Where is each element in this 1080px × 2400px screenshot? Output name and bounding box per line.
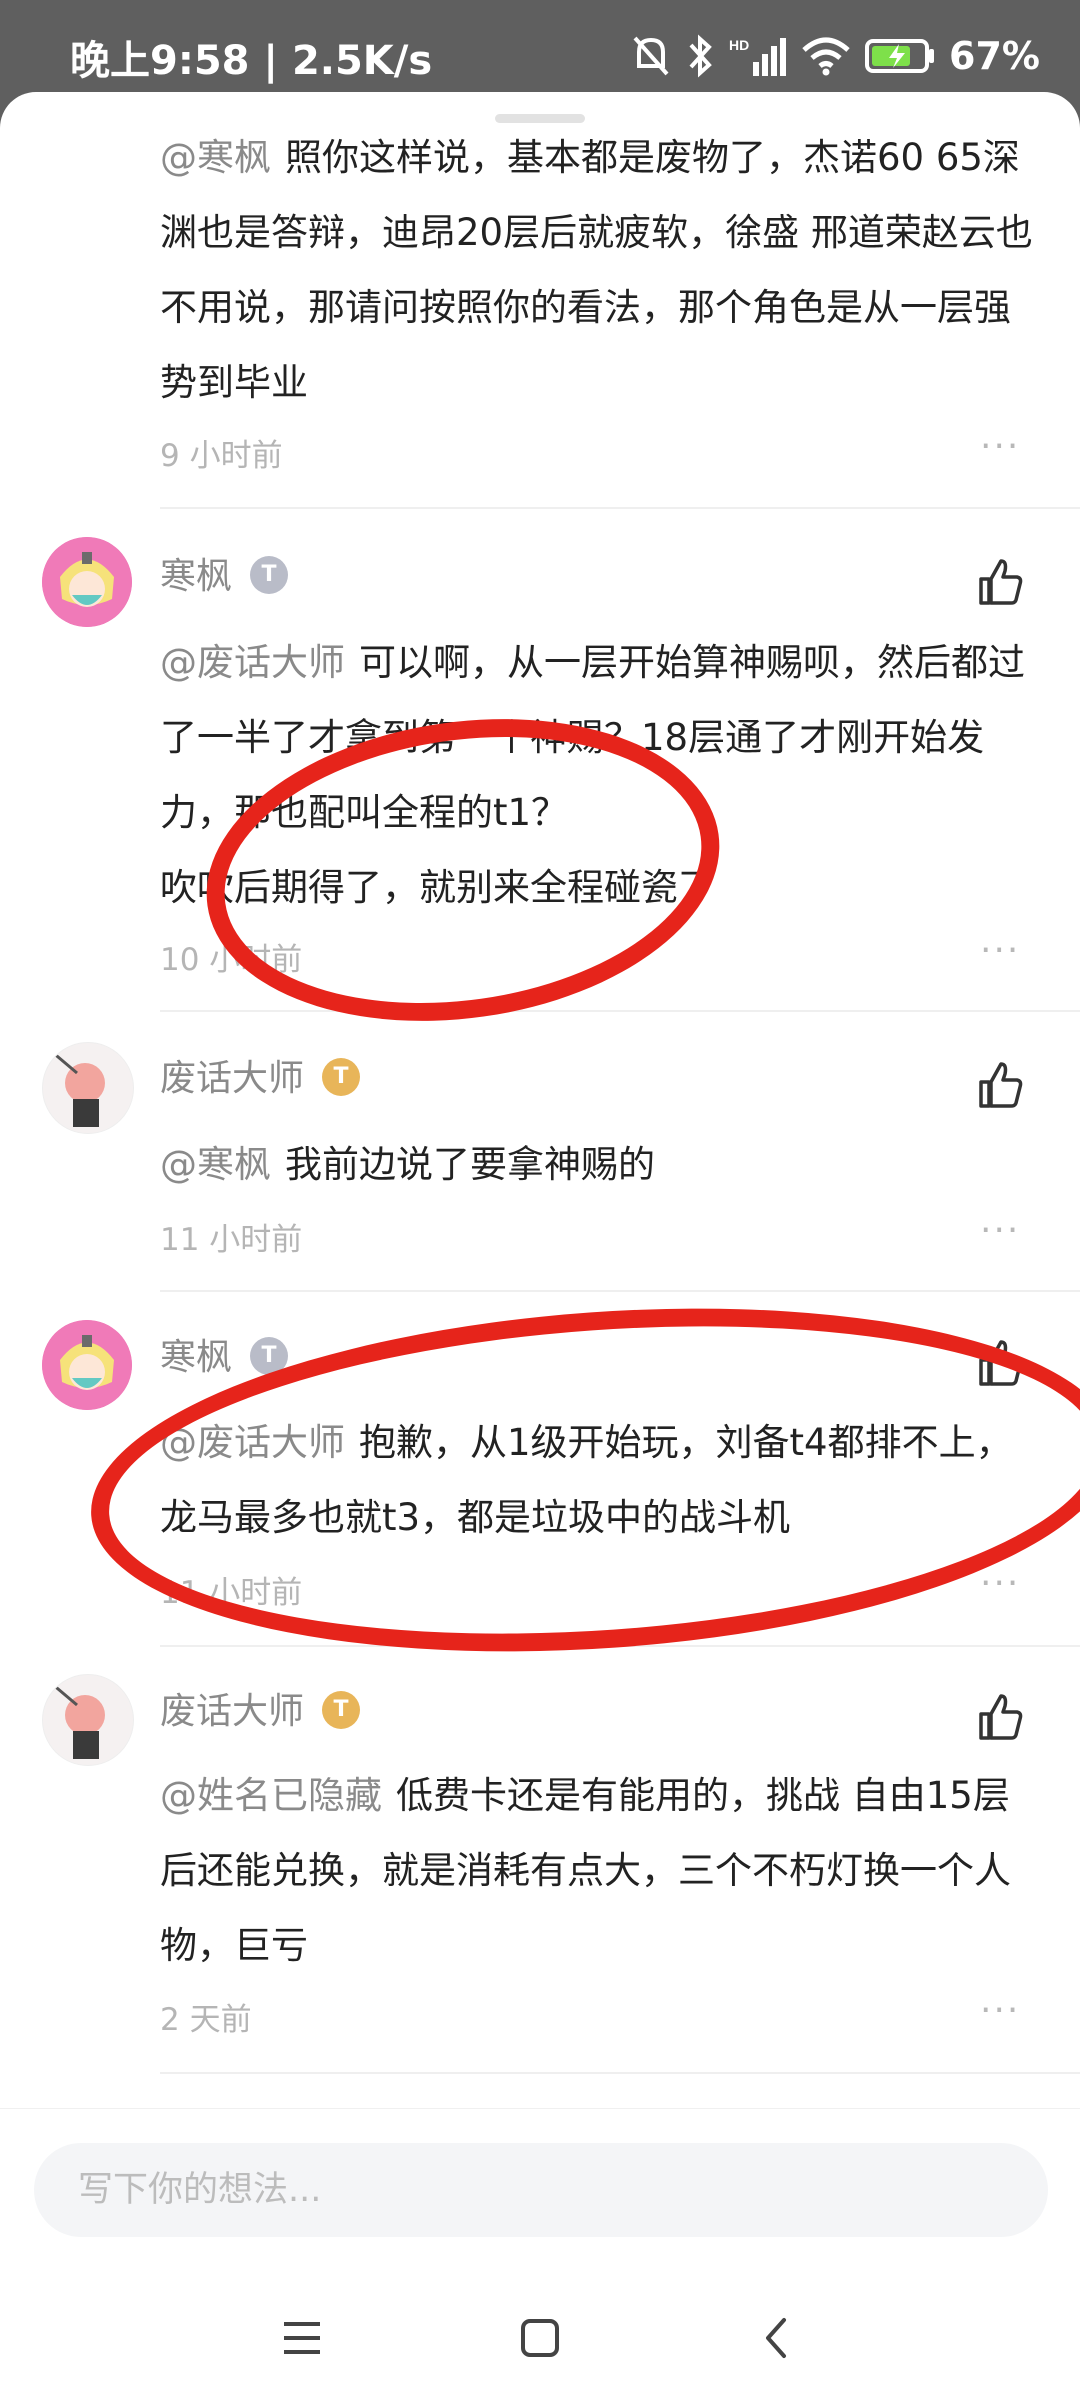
anime-avatar-icon	[43, 1043, 133, 1133]
avatar[interactable]	[42, 1674, 134, 1766]
battery-percent: 67%	[949, 34, 1040, 78]
status-icons: HD 67%	[631, 28, 1040, 84]
mention-link[interactable]: @废话大师	[160, 641, 345, 684]
back-icon[interactable]	[748, 2308, 808, 2368]
more-options-button[interactable]: ···	[980, 426, 1020, 467]
like-icon[interactable]	[975, 1338, 1025, 1388]
comment-content: @姓名已隐藏 低费卡还是有能用的，挑战 自由15层后还能兑换，就是消耗有点大，三个…	[160, 1758, 1040, 1983]
mute-bell-icon	[633, 36, 669, 76]
username-text[interactable]: 寒枫	[160, 1337, 232, 1378]
username[interactable]: 废话大师 T	[160, 1682, 361, 1734]
badge-text: T	[333, 1064, 349, 1089]
level-badge: T	[250, 1337, 289, 1375]
anime-avatar-icon	[43, 1675, 133, 1765]
mention-link[interactable]: @寒枫	[160, 1143, 271, 1186]
avatar[interactable]	[42, 537, 132, 627]
username[interactable]: 寒枫 T	[160, 1328, 289, 1380]
comment-text: 照你这样说，基本都是废物了，杰诺60 65深渊也是答辩，迪昂20层后就疲软，徐盛…	[160, 136, 1033, 404]
divider	[160, 1645, 1080, 1647]
battery-icon	[865, 39, 935, 73]
level-badge: T	[322, 1058, 361, 1096]
more-options-button[interactable]: ···	[980, 1990, 1020, 2031]
badge-text: T	[261, 1343, 277, 1368]
signal-icon: HD	[729, 37, 787, 76]
like-icon[interactable]	[975, 1060, 1025, 1110]
mention-link[interactable]: @寒枫	[160, 136, 271, 179]
avatar[interactable]	[42, 1320, 132, 1410]
wifi-icon	[802, 37, 850, 76]
level-badge: T	[322, 1691, 361, 1729]
comment-content: @废话大师 可以啊，从一层开始算神赐呗，然后都过了一半了才拿到第一个神赐？18层通…	[160, 625, 1040, 925]
username-text[interactable]: 寒枫	[160, 556, 232, 597]
divider	[160, 1010, 1080, 1012]
comment-time: 2 天前	[160, 2002, 252, 2038]
comment-content: @寒枫 我前边说了要拿神赐的	[160, 1127, 1040, 1202]
divider	[160, 1290, 1080, 1292]
comment-time: 11 小时前	[160, 1222, 303, 1258]
username-text[interactable]: 废话大师	[160, 1058, 304, 1099]
comment-input[interactable]: 写下你的想法...	[34, 2143, 1048, 2237]
level-badge: T	[250, 556, 289, 594]
comment-text: 我前边说了要拿神赐的	[285, 1143, 655, 1186]
badge-text: T	[333, 1697, 349, 1722]
system-nav-bar	[0, 2268, 1080, 2400]
mention-link[interactable]: @废话大师	[160, 1421, 345, 1464]
svg-text:HD: HD	[729, 37, 749, 53]
anime-avatar-icon	[42, 537, 132, 627]
comment-time: 9 小时前	[160, 438, 283, 474]
menu-icon[interactable]	[272, 2308, 332, 2368]
avatar[interactable]	[42, 1042, 134, 1134]
like-icon[interactable]	[975, 1692, 1025, 1742]
comment-text-line2: 吹吹后期得了，就别来全程碰瓷了	[160, 866, 715, 909]
bluetooth-icon	[689, 34, 712, 78]
home-icon[interactable]	[510, 2308, 570, 2368]
anime-avatar-icon	[42, 1320, 132, 1410]
username[interactable]: 废话大师 T	[160, 1049, 361, 1101]
status-time-speed: 晚上9:58 | 2.5K/s	[70, 38, 433, 84]
mention-link[interactable]: @姓名已隐藏	[160, 1774, 382, 1817]
comments-sheet[interactable]: @寒枫 照你这样说，基本都是废物了，杰诺60 65深渊也是答辩，迪昂20层后就疲软…	[0, 92, 1080, 2400]
comment-input-bar: 写下你的想法...	[0, 2108, 1080, 2269]
more-options-button[interactable]: ···	[980, 930, 1020, 971]
comment-content: @寒枫 照你这样说，基本都是废物了，杰诺60 65深渊也是答辩，迪昂20层后就疲软…	[160, 120, 1040, 420]
like-icon[interactable]	[975, 557, 1025, 607]
more-options-button[interactable]: ···	[980, 1210, 1020, 1251]
more-options-button[interactable]: ···	[980, 1563, 1020, 1604]
comment-content: @废话大师 抱歉，从1级开始玩，刘备t4都排不上，龙马最多也就t3，都是垃圾中的战…	[160, 1405, 1040, 1555]
badge-text: T	[261, 562, 277, 587]
username[interactable]: 寒枫 T	[160, 547, 289, 599]
divider	[160, 2072, 1080, 2074]
username-text[interactable]: 废话大师	[160, 1691, 304, 1732]
divider	[160, 507, 1080, 509]
comment-time: 10 小时前	[160, 942, 303, 978]
comment-time: 11 小时前	[160, 1575, 303, 1611]
